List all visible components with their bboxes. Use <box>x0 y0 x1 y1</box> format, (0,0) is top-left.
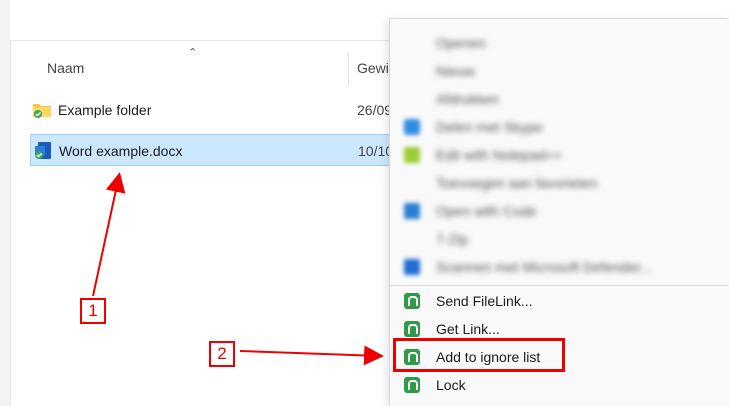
menu-item-blurred[interactable]: Openen <box>390 29 729 57</box>
menu-item-blurred[interactable]: Edit with Notepad++ <box>390 141 729 169</box>
arrow-to-file <box>92 172 126 297</box>
menu-item-label: Edit with Notepad++ <box>436 147 563 163</box>
menu-item-label: Lock <box>436 377 466 393</box>
menu-item-label: Get Link... <box>436 321 500 337</box>
menu-item-blurred[interactable]: Afdrukken <box>390 85 729 113</box>
menu-item-label: Delen met Skype <box>436 119 543 135</box>
menu-separator <box>390 285 729 286</box>
menu-item-blurred[interactable]: Delen met Skype <box>390 113 729 141</box>
menu-item-label: Toevoegen aan favorieten <box>436 175 598 191</box>
menu-item-label: Nieuw <box>436 63 475 79</box>
menu-item-blurred[interactable]: 7-Zip <box>390 225 729 253</box>
menu-item-label: Open with Code <box>436 203 537 219</box>
menu-item-send-filelink[interactable]: Send FileLink... <box>390 287 729 315</box>
menu-item-blurred[interactable]: Open with Code <box>390 197 729 225</box>
menu-item-label: Afdrukken <box>436 91 500 107</box>
vscode-icon <box>404 203 420 219</box>
annotation-highlight-box <box>393 338 565 372</box>
menu-item-label: Scannen met Microsoft Defender... <box>436 259 652 275</box>
menu-item-label: 7-Zip <box>436 231 468 247</box>
arrow-to-menu-item <box>239 345 384 366</box>
filelink-app-icon <box>404 377 420 393</box>
defender-icon <box>404 259 420 275</box>
skype-icon <box>404 119 420 135</box>
annotation-label-2: 2 <box>209 341 235 367</box>
menu-item-lock[interactable]: Lock <box>390 371 729 399</box>
menu-item-label: Openen <box>436 35 486 51</box>
menu-item-label: Send FileLink... <box>436 293 533 309</box>
menu-item-blurred[interactable]: Toevoegen aan favorieten <box>390 169 729 197</box>
notepad-icon <box>404 147 420 163</box>
filelink-app-icon <box>404 293 420 309</box>
menu-item-blurred[interactable]: Nieuw <box>390 57 729 85</box>
annotation-label-1: 1 <box>80 298 106 324</box>
filelink-app-icon <box>404 321 420 337</box>
menu-item-blurred[interactable]: Scannen met Microsoft Defender... <box>390 253 729 281</box>
